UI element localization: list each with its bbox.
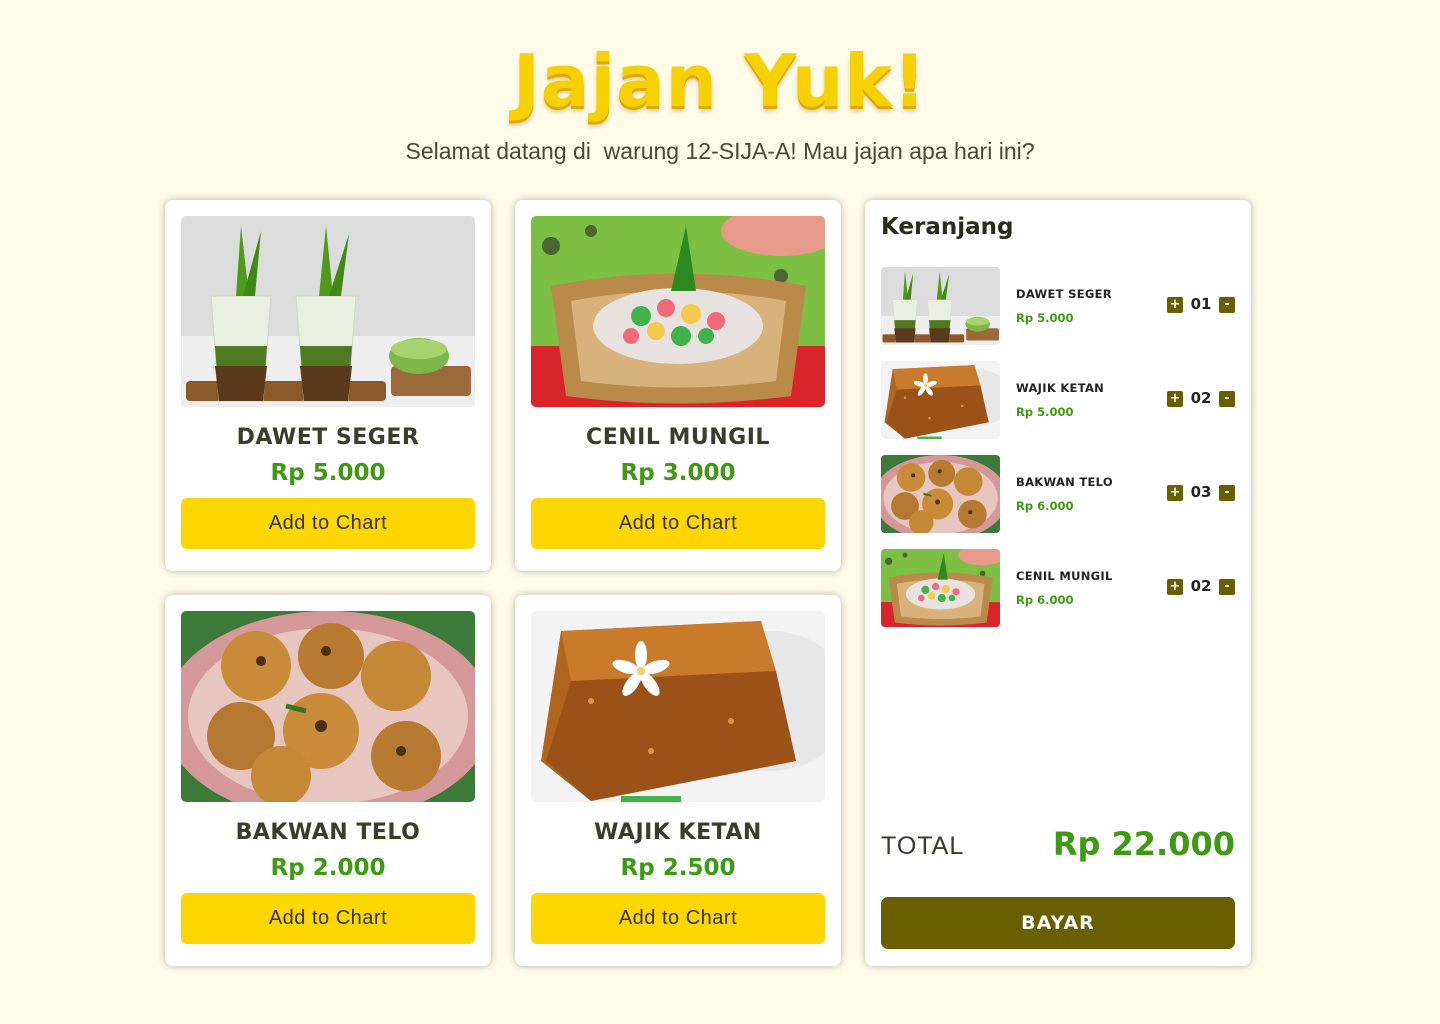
cart-item-name: BAKWAN TELO	[1016, 475, 1113, 489]
dawet-thumbnail	[881, 267, 1000, 345]
cart-panel: Keranjang DAWET SEGER Rp 5.000 + 01 - WA…	[865, 200, 1251, 966]
cart-item: CENIL MUNGIL Rp 6.000 + 02 -	[881, 549, 1235, 627]
cart-item-price: Rp 6.000	[1016, 593, 1074, 607]
cart-item: DAWET SEGER Rp 5.000 + 01 -	[881, 267, 1235, 345]
decrease-quantity-button[interactable]: -	[1219, 485, 1235, 501]
product-price: Rp 2.000	[270, 855, 386, 881]
cart-item-price: Rp 6.000	[1016, 499, 1074, 513]
product-name: BAKWAN TELO	[235, 820, 421, 845]
cart-item-name: CENIL MUNGIL	[1016, 569, 1113, 583]
total-label: TOTAL	[881, 832, 965, 860]
cenil-thumbnail	[881, 549, 1000, 627]
product-card-bakwan-telo: BAKWAN TELO Rp 2.000 Add to Chart	[165, 595, 491, 966]
cart-title: Keranjang	[881, 214, 1014, 240]
cart-item-price: Rp 5.000	[1016, 405, 1074, 419]
product-card-wajik-ketan: WAJIK KETAN Rp 2.500 Add to Chart	[515, 595, 841, 966]
wajik-photo	[531, 611, 825, 802]
page-title: Jajan Yuk!	[513, 39, 927, 123]
add-to-chart-button[interactable]: Add to Chart	[531, 893, 825, 944]
product-card-cenil-mungil: CENIL MUNGIL Rp 3.000 Add to Chart	[515, 200, 841, 571]
cart-item-quantity: 03	[1190, 483, 1212, 501]
product-price: Rp 5.000	[270, 460, 386, 486]
product-name: DAWET SEGER	[236, 425, 420, 450]
total-value: Rp 22.000	[1052, 825, 1235, 863]
bakwan-thumbnail	[881, 455, 1000, 533]
decrease-quantity-button[interactable]: -	[1219, 579, 1235, 595]
bakwan-photo	[181, 611, 475, 802]
page-subtitle: Selamat datang di warung 12-SIJA-A! Mau …	[405, 138, 1035, 164]
cenil-photo	[531, 216, 825, 407]
product-card-dawet-seger: DAWET SEGER Rp 5.000 Add to Chart	[165, 200, 491, 571]
cart-item-name: WAJIK KETAN	[1016, 381, 1105, 395]
cart-item-quantity: 01	[1190, 295, 1212, 313]
cart-item-quantity: 02	[1190, 577, 1212, 595]
add-to-chart-button[interactable]: Add to Chart	[181, 893, 475, 944]
decrease-quantity-button[interactable]: -	[1219, 297, 1235, 313]
wajik-thumbnail	[881, 361, 1000, 439]
decrease-quantity-button[interactable]: -	[1219, 391, 1235, 407]
cart-item: BAKWAN TELO Rp 6.000 + 03 -	[881, 455, 1235, 533]
cart-item-quantity: 02	[1190, 389, 1212, 407]
cart-item: WAJIK KETAN Rp 5.000 + 02 -	[881, 361, 1235, 439]
product-name: CENIL MUNGIL	[586, 425, 770, 450]
product-price: Rp 3.000	[620, 460, 736, 486]
dawet-photo	[181, 216, 475, 407]
cart-item-name: DAWET SEGER	[1016, 287, 1112, 301]
increase-quantity-button[interactable]: +	[1167, 485, 1183, 501]
increase-quantity-button[interactable]: +	[1167, 391, 1183, 407]
product-name: WAJIK KETAN	[594, 820, 762, 845]
add-to-chart-button[interactable]: Add to Chart	[181, 498, 475, 549]
add-to-chart-button[interactable]: Add to Chart	[531, 498, 825, 549]
increase-quantity-button[interactable]: +	[1167, 297, 1183, 313]
increase-quantity-button[interactable]: +	[1167, 579, 1183, 595]
product-price: Rp 2.500	[620, 855, 736, 881]
cart-item-price: Rp 5.000	[1016, 311, 1074, 325]
pay-button[interactable]: BAYAR	[881, 897, 1235, 949]
